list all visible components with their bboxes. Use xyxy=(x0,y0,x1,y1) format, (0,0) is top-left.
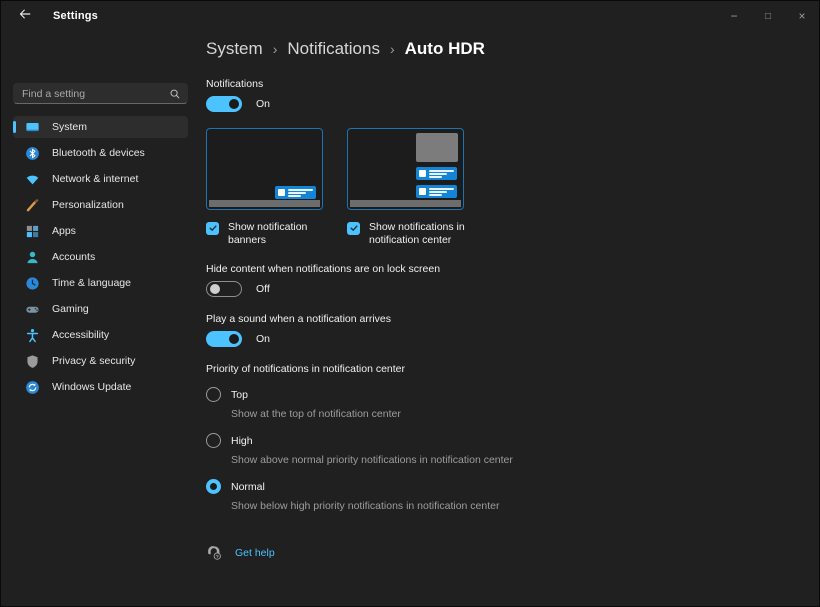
svg-text:?: ? xyxy=(216,554,219,560)
breadcrumb: System › Notifications › Auto HDR xyxy=(206,36,795,62)
show-notifications-in-notification-center-checkbox[interactable] xyxy=(347,222,360,235)
get-help-row: ? Get help xyxy=(206,544,795,561)
sidebar-item-bluetooth-devices[interactable]: Bluetooth & devices xyxy=(13,142,188,164)
sidebar-item-personalization[interactable]: Personalization xyxy=(13,194,188,216)
extra-toggles: Hide content when notifications are on l… xyxy=(206,263,795,347)
network-icon xyxy=(25,172,40,187)
sidebar-item-windows-update[interactable]: Windows Update xyxy=(13,376,188,398)
time-language-icon xyxy=(25,276,40,291)
toggle-state: Off xyxy=(256,283,270,295)
priority-option-top: Top Show at the top of notification cente… xyxy=(206,387,795,420)
radio-description: Show below high priority notifications i… xyxy=(231,500,795,512)
back-arrow-icon xyxy=(18,7,32,26)
breadcrumb-auto-hdr: Auto HDR xyxy=(405,39,485,59)
sidebar-item-label: Apps xyxy=(52,225,76,237)
sidebar-item-label: Personalization xyxy=(52,199,124,211)
priority-radio-group: Top Show at the top of notification cente… xyxy=(206,387,795,512)
apps-icon xyxy=(25,224,40,239)
search-box[interactable] xyxy=(13,83,188,104)
breadcrumb-separator: › xyxy=(273,41,278,57)
help-icon: ? xyxy=(206,544,223,561)
radio-label: Normal xyxy=(231,481,265,493)
checkmark-icon xyxy=(208,220,218,238)
gaming-icon xyxy=(25,302,40,317)
hide-content-when-notifications-are-on-lock-screen-setting: Hide content when notifications are on l… xyxy=(206,263,795,297)
personalization-icon xyxy=(25,198,40,213)
minimize-button[interactable]: − xyxy=(717,1,751,31)
privacy-security-icon xyxy=(25,354,40,369)
main-content: System › Notifications › Auto HDR Notificati… xyxy=(194,31,819,607)
sidebar-item-system[interactable]: System xyxy=(13,116,188,138)
radio-description: Show above normal priority notifications… xyxy=(231,454,795,466)
sidebar-item-label: Bluetooth & devices xyxy=(52,147,145,159)
search-icon xyxy=(169,88,181,100)
settings-window: Settings −□× System Bluetooth & devices Ne… xyxy=(0,0,820,607)
sidebar-item-gaming[interactable]: Gaming xyxy=(13,298,188,320)
sidebar-nav: System Bluetooth & devices Network & inter… xyxy=(13,116,188,398)
priority-option-normal: Normal Show below high priority notificat… xyxy=(206,479,795,512)
sidebar-item-accounts[interactable]: Accounts xyxy=(13,246,188,268)
sidebar-item-label: Windows Update xyxy=(52,381,131,393)
window-title: Settings xyxy=(53,10,98,22)
notification-preview-cards: Show notification banners Show notificati… xyxy=(206,128,795,247)
close-button[interactable]: × xyxy=(785,1,819,31)
accounts-icon xyxy=(25,250,40,265)
normal-radio[interactable] xyxy=(206,479,221,494)
back-button[interactable] xyxy=(15,6,35,26)
maximize-button[interactable]: □ xyxy=(751,1,785,31)
show-notification-banners-checkbox[interactable] xyxy=(206,222,219,235)
sidebar-item-privacy-security[interactable]: Privacy & security xyxy=(13,350,188,372)
banner-preview[interactable] xyxy=(206,128,323,210)
toggle-state: On xyxy=(256,333,270,345)
checkbox-label: Show notifications in notification cente… xyxy=(369,221,465,247)
sidebar-item-label: Network & internet xyxy=(52,173,138,185)
hide-content-when-notifications-are-on-lock-screen-toggle[interactable] xyxy=(206,281,242,297)
breadcrumb-system[interactable]: System xyxy=(206,39,263,59)
sidebar-item-label: Gaming xyxy=(52,303,89,315)
sidebar-item-network-internet[interactable]: Network & internet xyxy=(13,168,188,190)
banner-preview-section: Show notification banners xyxy=(206,128,323,247)
sidebar: System Bluetooth & devices Network & inter… xyxy=(1,31,194,607)
sidebar-item-accessibility[interactable]: Accessibility xyxy=(13,324,188,346)
notifications-label: Notifications xyxy=(206,78,795,90)
window-controls: −□× xyxy=(717,1,819,31)
windows-update-icon xyxy=(25,380,40,395)
get-help-link[interactable]: Get help xyxy=(235,547,275,559)
notification-center-preview-section: Show notifications in notification cente… xyxy=(347,128,465,247)
high-radio[interactable] xyxy=(206,433,221,448)
play-a-sound-when-a-notification-arrives-setting: Play a sound when a notification arrives… xyxy=(206,313,795,347)
checkmark-icon xyxy=(349,220,359,238)
notifications-toggle-state: On xyxy=(256,98,270,110)
bluetooth-icon xyxy=(25,146,40,161)
search-input[interactable] xyxy=(22,88,169,100)
priority-heading: Priority of notifications in notificatio… xyxy=(206,363,795,375)
accessibility-icon xyxy=(25,328,40,343)
sidebar-item-label: Privacy & security xyxy=(52,355,135,367)
sidebar-item-label: Accessibility xyxy=(52,329,109,341)
sidebar-item-apps[interactable]: Apps xyxy=(13,220,188,242)
notifications-toggle-row: On xyxy=(206,96,795,112)
sidebar-item-label: Accounts xyxy=(52,251,95,263)
notifications-toggle[interactable] xyxy=(206,96,242,112)
titlebar: Settings −□× xyxy=(1,1,819,31)
sidebar-item-label: Time & language xyxy=(52,277,131,289)
checkbox-label: Show notification banners xyxy=(228,221,323,247)
breadcrumb-notifications[interactable]: Notifications xyxy=(287,39,380,59)
radio-label: Top xyxy=(231,389,248,401)
notification-center-preview[interactable] xyxy=(347,128,464,210)
setting-label: Play a sound when a notification arrives xyxy=(206,313,795,325)
sidebar-item-label: System xyxy=(52,121,87,133)
system-icon xyxy=(25,120,40,135)
play-a-sound-when-a-notification-arrives-toggle[interactable] xyxy=(206,331,242,347)
priority-option-high: High Show above normal priority notificat… xyxy=(206,433,795,466)
breadcrumb-separator: › xyxy=(390,41,395,57)
sidebar-item-time-language[interactable]: Time & language xyxy=(13,272,188,294)
radio-description: Show at the top of notification center xyxy=(231,408,795,420)
radio-label: High xyxy=(231,435,253,447)
setting-label: Hide content when notifications are on l… xyxy=(206,263,795,275)
top-radio[interactable] xyxy=(206,387,221,402)
